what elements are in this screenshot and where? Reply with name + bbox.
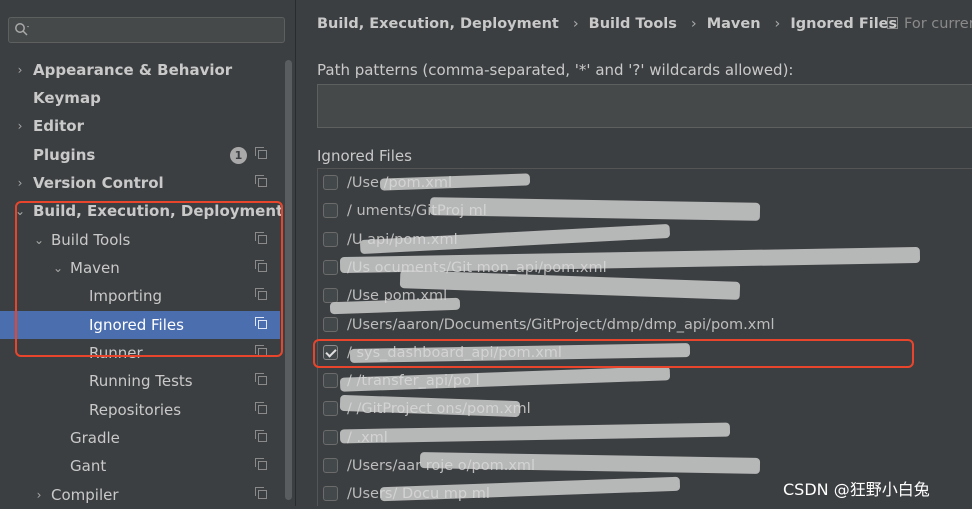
- ignore-checkbox[interactable]: [323, 259, 338, 275]
- sidebar-scrollbar-thumb[interactable]: [285, 60, 292, 500]
- list-item[interactable]: /Users/aaron/Documents/GitProject/dmp/dm…: [318, 311, 972, 339]
- ignore-checkbox[interactable]: [323, 486, 338, 502]
- project-scope-icon: [255, 147, 267, 159]
- ignored-files-label: Ignored Files: [317, 147, 412, 165]
- sidebar-item[interactable]: Repositories: [0, 396, 280, 424]
- sidebar-item-label: Compiler: [51, 486, 119, 504]
- chevron-right-icon[interactable]: ›: [14, 56, 26, 84]
- breadcrumb-item-build-tools[interactable]: Build Tools: [589, 16, 677, 32]
- ignore-checkbox[interactable]: [323, 401, 338, 417]
- breadcrumb-item-build-execution[interactable]: Build, Execution, Deployment: [317, 16, 559, 32]
- watermark: CSDN @狂野小白兔: [783, 480, 930, 499]
- sidebar-item-label: Version Control: [33, 174, 164, 192]
- project-scope-icon: [255, 175, 267, 187]
- ignore-checkbox[interactable]: [323, 175, 338, 190]
- sidebar-item-label: Keymap: [33, 89, 101, 107]
- ignore-checkbox[interactable]: [323, 429, 338, 445]
- path-patterns-input[interactable]: [317, 84, 972, 128]
- update-count-badge: 1: [230, 147, 247, 164]
- chevron-right-icon: ›: [690, 16, 697, 32]
- highlight-box-checked-row: [313, 339, 914, 368]
- sidebar-item-label: Repositories: [89, 401, 182, 419]
- sidebar-item[interactable]: Running Tests: [0, 367, 280, 395]
- project-scope-icon: [255, 430, 267, 442]
- file-path: /Users/aaron/Documents/GitProject/dmp/dm…: [347, 316, 775, 333]
- sidebar-item[interactable]: › Version Control: [0, 169, 280, 197]
- chevron-right-icon[interactable]: ›: [33, 481, 45, 509]
- ignore-checkbox[interactable]: [323, 373, 338, 389]
- settings-search-input[interactable]: [8, 17, 285, 43]
- ignore-checkbox[interactable]: [323, 316, 338, 332]
- project-scope-icon: [255, 373, 267, 385]
- sidebar-item-label: Gradle: [70, 429, 120, 447]
- chevron-right-icon[interactable]: ›: [14, 169, 26, 197]
- sidebar-item-label: Appearance & Behavior: [33, 61, 233, 79]
- sidebar-item[interactable]: Plugins 1: [0, 141, 280, 169]
- breadcrumb: Build, Execution, Deployment › Build Tools…: [317, 16, 897, 36]
- ignore-checkbox[interactable]: [323, 231, 338, 247]
- sidebar-item[interactable]: Keymap: [0, 84, 280, 112]
- sidebar-item[interactable]: Gradle: [0, 424, 280, 452]
- sidebar-item[interactable]: › Appearance & Behavior: [0, 56, 280, 84]
- chevron-right-icon[interactable]: ›: [14, 112, 26, 140]
- sidebar-item-label: Editor: [33, 117, 84, 135]
- sidebar-item[interactable]: › Editor: [0, 112, 280, 140]
- chevron-right-icon: ›: [572, 16, 579, 32]
- ignore-checkbox[interactable]: [323, 203, 338, 219]
- path-patterns-label: Path patterns (comma-separated, '*' and …: [317, 61, 794, 79]
- sidebar-item-label: Running Tests: [89, 372, 193, 390]
- breadcrumb-item-ignored-files: Ignored Files: [790, 16, 898, 32]
- ignore-checkbox[interactable]: [323, 458, 338, 473]
- breadcrumb-item-maven[interactable]: Maven: [707, 16, 761, 32]
- settings-sidebar: › Appearance & Behavior Keymap › Editor Plugi…: [0, 0, 296, 506]
- chevron-right-icon: ›: [774, 16, 781, 32]
- highlight-box-build-tree: [15, 201, 283, 357]
- sidebar-item[interactable]: › Compiler: [0, 481, 280, 509]
- project-scope-icon: [255, 487, 267, 499]
- sidebar-item-label: Gant: [70, 457, 107, 475]
- project-scope-icon: [255, 458, 267, 470]
- project-scope-icon: [887, 17, 898, 29]
- scope-indicator: For curren: [887, 16, 972, 32]
- search-icon: [15, 23, 29, 36]
- sidebar-item[interactable]: Gant: [0, 452, 280, 480]
- sidebar-item-label: Plugins: [33, 146, 96, 164]
- ignore-checkbox[interactable]: [323, 288, 338, 304]
- project-scope-icon: [255, 402, 267, 414]
- scope-label: For curren: [904, 16, 972, 32]
